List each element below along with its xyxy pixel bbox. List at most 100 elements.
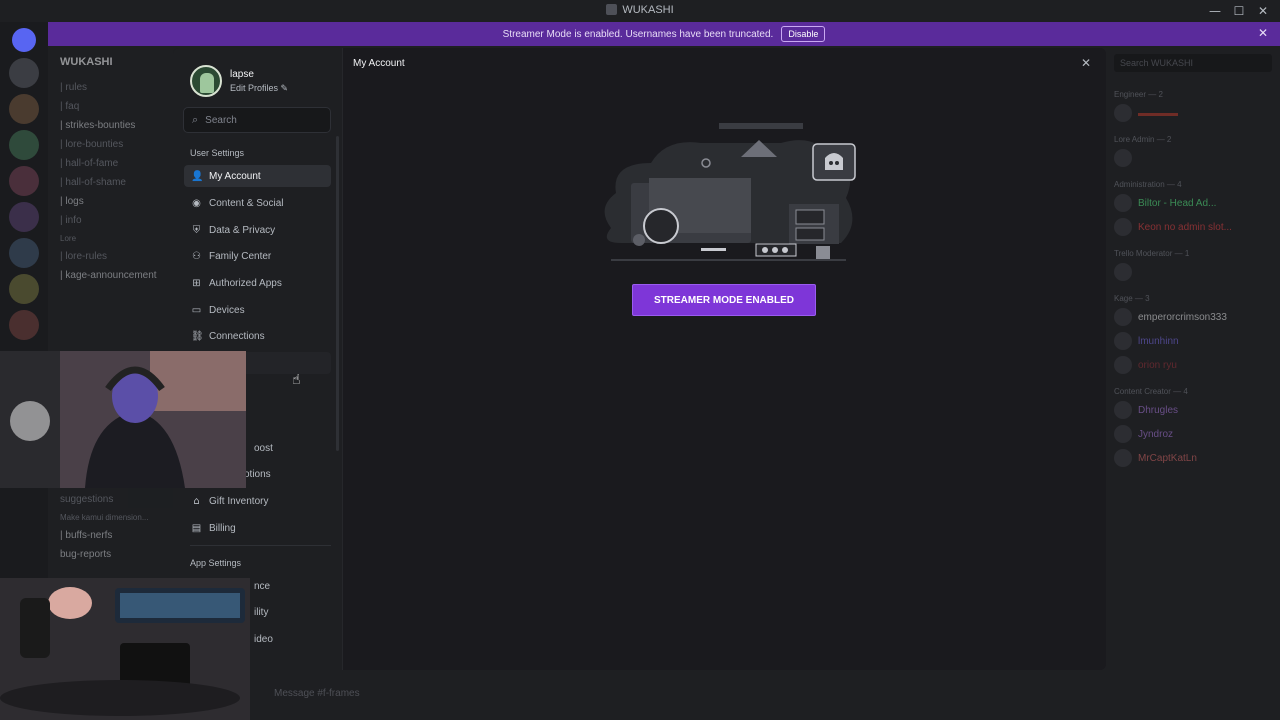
minimize-button[interactable]: — bbox=[1206, 2, 1224, 20]
settings-search-input[interactable]: ⌕ Search bbox=[183, 107, 331, 133]
member-row[interactable]: Keon no admin slot... bbox=[1106, 215, 1280, 239]
devices-icon: ▭ bbox=[191, 304, 202, 316]
channel-item[interactable]: | info bbox=[48, 211, 176, 230]
apps-icon: ⊞ bbox=[192, 277, 201, 289]
role-header: Trello Moderator — 1 bbox=[1114, 249, 1190, 258]
role-header: Administration — 4 bbox=[1114, 180, 1182, 189]
family-icon: ⚇ bbox=[192, 250, 201, 262]
banner-text: Streamer Mode is enabled. Usernames have… bbox=[502, 28, 774, 40]
channel-item[interactable]: | logs bbox=[48, 192, 176, 211]
channel-item[interactable]: | faq bbox=[48, 97, 176, 116]
avatar bbox=[1114, 218, 1132, 236]
nav-gift-inventory[interactable]: ⌂ Gift Inventory bbox=[184, 490, 331, 512]
profile-name: lapse bbox=[230, 68, 254, 80]
gift-icon: ⌂ bbox=[193, 495, 200, 507]
channel-category[interactable]: Lore bbox=[48, 230, 176, 247]
server-icon[interactable] bbox=[9, 238, 39, 268]
billing-icon: ▤ bbox=[191, 522, 202, 534]
nav-authorized-apps[interactable]: ⊞ Authorized Apps bbox=[184, 272, 331, 294]
section-label: App Settings bbox=[190, 558, 242, 568]
server-icon[interactable] bbox=[9, 166, 39, 196]
webcam-face-image bbox=[0, 351, 246, 488]
thread-item[interactable]: Make kamui dimension... bbox=[48, 509, 176, 526]
avatar bbox=[1114, 356, 1132, 374]
message-input[interactable]: Message #f-frames bbox=[250, 680, 1100, 708]
server-icon[interactable] bbox=[9, 274, 39, 304]
webcam-overlay-desk bbox=[0, 578, 250, 720]
mouse-cursor: ☝ bbox=[292, 372, 301, 388]
member-row[interactable]: orion ryu bbox=[1106, 353, 1280, 377]
nav-content-social[interactable]: ◉ Content & Social bbox=[184, 192, 331, 214]
maximize-button[interactable]: ☐ bbox=[1230, 2, 1248, 20]
page-title: My Account bbox=[353, 58, 405, 69]
window-title: WUKASHI bbox=[0, 4, 1280, 16]
avatar bbox=[1114, 332, 1132, 350]
profile-header[interactable]: lapse Edit Profiles ✎ bbox=[190, 65, 288, 97]
channel-item[interactable]: | strikes-bounties bbox=[48, 116, 176, 135]
nav-billing[interactable]: ▤ Billing bbox=[184, 517, 331, 539]
channel-item[interactable]: | hall-of-shame bbox=[48, 173, 176, 192]
role-header: Engineer — 2 bbox=[1114, 90, 1163, 99]
server-search-input[interactable]: Search WUKASHI bbox=[1114, 54, 1272, 72]
section-label: User Settings bbox=[190, 148, 245, 158]
sidebar-scrollbar[interactable] bbox=[336, 136, 339, 451]
server-icon[interactable] bbox=[9, 94, 39, 124]
server-icon[interactable] bbox=[9, 58, 39, 88]
sidebar-divider bbox=[190, 545, 331, 546]
nav-my-account[interactable]: 👤 My Account bbox=[184, 165, 331, 187]
avatar bbox=[190, 65, 222, 97]
server-icon[interactable] bbox=[9, 310, 39, 340]
member-row[interactable]: Jyndroz bbox=[1106, 422, 1280, 446]
streamer-mode-button[interactable]: STREAMER MODE ENABLED bbox=[632, 284, 816, 316]
streamer-mode-banner: Streamer Mode is enabled. Usernames have… bbox=[48, 22, 1280, 46]
member-row[interactable]: emperorcrimson333 bbox=[1106, 305, 1280, 329]
nav-data-privacy[interactable]: ⛨ Data & Privacy bbox=[184, 219, 331, 241]
webcam-overlay-face bbox=[0, 351, 246, 488]
server-name[interactable]: WUKASHI bbox=[48, 46, 176, 78]
discord-app-icon bbox=[606, 4, 618, 15]
avatar bbox=[1114, 194, 1132, 212]
member-row[interactable] bbox=[1106, 146, 1280, 170]
close-settings-button[interactable]: ✕ bbox=[1081, 56, 1091, 70]
channel-item[interactable]: | buffs-nerfs bbox=[48, 526, 176, 545]
channel-item[interactable]: bug-reports bbox=[48, 545, 176, 564]
server-icon[interactable] bbox=[9, 202, 39, 232]
member-row[interactable] bbox=[1106, 260, 1280, 284]
channel-item[interactable]: | hall-of-fame bbox=[48, 154, 176, 173]
server-icon[interactable] bbox=[9, 130, 39, 160]
content-icon: ◉ bbox=[192, 197, 201, 209]
member-row[interactable]: ▬▬▬▬ bbox=[1106, 101, 1280, 125]
role-header: Kage — 3 bbox=[1114, 294, 1150, 303]
pencil-icon: ✎ bbox=[280, 82, 289, 93]
channel-item[interactable]: | lore-rules bbox=[48, 247, 176, 266]
member-row[interactable]: Biltor - Head Ad... bbox=[1106, 191, 1280, 215]
channel-item[interactable]: suggestions bbox=[48, 490, 176, 509]
avatar bbox=[1114, 401, 1132, 419]
member-list: Search WUKASHI Engineer — 2 ▬▬▬▬ Lore Ad… bbox=[1106, 46, 1280, 720]
avatar bbox=[1114, 308, 1132, 326]
nav-devices[interactable]: ▭ Devices bbox=[184, 299, 331, 321]
member-row[interactable]: lmunhinn bbox=[1106, 329, 1280, 353]
shield-icon: ⛨ bbox=[192, 224, 201, 236]
member-row[interactable]: MrCaptKatLn bbox=[1106, 446, 1280, 470]
channel-item[interactable]: | lore-bounties bbox=[48, 135, 176, 154]
window-titlebar: WUKASHI — ☐ ✕ bbox=[0, 0, 1280, 22]
channel-item[interactable]: | kage-announcement bbox=[48, 266, 176, 285]
channel-item[interactable]: | rules bbox=[48, 78, 176, 97]
avatar bbox=[1114, 263, 1132, 281]
person-icon: 👤 bbox=[191, 170, 204, 182]
nav-connections[interactable]: ⛓ Connections bbox=[184, 325, 331, 347]
avatar bbox=[1114, 149, 1132, 167]
disable-streamer-mode-button[interactable]: Disable bbox=[781, 26, 826, 42]
discord-home-icon[interactable] bbox=[12, 28, 36, 52]
close-window-button[interactable]: ✕ bbox=[1254, 2, 1272, 20]
edit-profiles-link[interactable]: Edit Profiles ✎ bbox=[230, 83, 288, 94]
close-icon[interactable]: ✕ bbox=[1258, 26, 1268, 40]
role-header: Lore Admin — 2 bbox=[1114, 135, 1172, 144]
role-header: Content Creator — 4 bbox=[1114, 387, 1188, 396]
user-settings-modal: lapse Edit Profiles ✎ ⌕ Search User Sett… bbox=[173, 48, 1106, 670]
avatar bbox=[1114, 449, 1132, 467]
member-row[interactable]: Dhrugles bbox=[1106, 398, 1280, 422]
nav-family-center[interactable]: ⚇ Family Center bbox=[184, 245, 331, 267]
avatar bbox=[1114, 104, 1132, 122]
